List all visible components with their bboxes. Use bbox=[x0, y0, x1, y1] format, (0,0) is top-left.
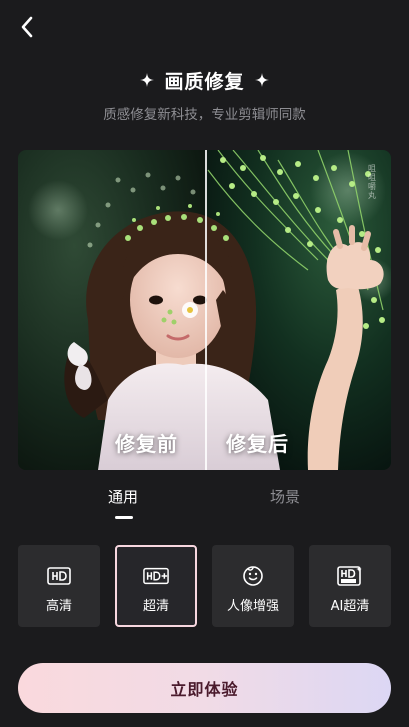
option-hd[interactable]: 高清 bbox=[18, 545, 100, 627]
chevron-left-icon bbox=[21, 16, 33, 38]
tab-general[interactable]: 通用 bbox=[108, 486, 138, 507]
option-portrait-enhance[interactable]: 人像增强 bbox=[212, 545, 294, 627]
option-label: AI超清 bbox=[330, 599, 370, 614]
photo-watermark: 咀咀嚼丸 bbox=[368, 164, 376, 200]
hd-ultra-icon bbox=[337, 565, 363, 587]
tab-scene[interactable]: 场景 bbox=[270, 486, 300, 507]
hd-plus-icon bbox=[143, 565, 169, 587]
active-tab-indicator bbox=[115, 516, 133, 519]
option-label: 人像增强 bbox=[226, 599, 279, 614]
sparkle-icon bbox=[140, 73, 155, 87]
try-now-label: 立即体验 bbox=[170, 680, 239, 699]
hd-icon bbox=[46, 565, 72, 587]
category-tabs: 通用 场景 bbox=[0, 480, 409, 524]
compare-divider[interactable] bbox=[205, 150, 207, 470]
sparkle-icon bbox=[254, 73, 269, 87]
face-icon bbox=[240, 565, 266, 587]
after-label: 修复后 bbox=[226, 432, 289, 456]
quality-options: 高清 超清 人像增强 AI超清 bbox=[18, 545, 391, 627]
try-now-button[interactable]: 立即体验 bbox=[18, 663, 391, 713]
before-label: 修复前 bbox=[115, 432, 178, 456]
option-super-hd[interactable]: 超清 bbox=[115, 545, 197, 627]
option-ai-super-hd[interactable]: AI超清 bbox=[309, 545, 391, 627]
page-subtitle: 质感修复新科技，专业剪辑师同款 bbox=[103, 107, 306, 123]
back-button[interactable] bbox=[12, 12, 42, 42]
option-label: 超清 bbox=[142, 599, 169, 614]
option-label: 高清 bbox=[45, 599, 72, 614]
page-title: 画质修复 bbox=[164, 70, 245, 93]
title-row: 画质修复 bbox=[0, 66, 409, 94]
before-after-preview bbox=[18, 150, 391, 470]
